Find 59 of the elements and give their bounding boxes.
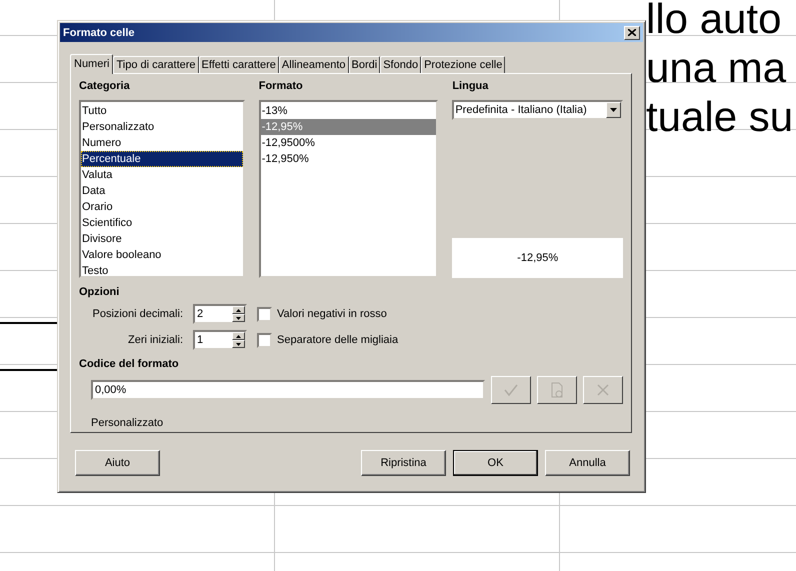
checkbox[interactable] <box>257 332 272 348</box>
tab[interactable]: Sfondo <box>380 56 422 73</box>
list-item[interactable]: Numero <box>81 135 243 151</box>
section-heading: Lingua <box>452 80 488 92</box>
up-arrow-icon[interactable] <box>236 334 241 338</box>
section-heading: Formato <box>258 80 303 92</box>
close-icon <box>596 383 610 397</box>
list-item[interactable]: -12,9500% <box>260 135 436 151</box>
list-item[interactable]: Data <box>81 183 243 199</box>
format-comment: Personalizzato <box>91 417 164 429</box>
tab[interactable]: Numeri <box>70 54 114 74</box>
field-label: Posizioni decimali: <box>92 308 183 320</box>
tab[interactable]: Allineamento <box>278 56 349 73</box>
list-item[interactable]: -12,950% <box>260 151 436 167</box>
format-code-field[interactable]: 0,00% <box>91 380 485 400</box>
list-item[interactable]: Percentuale <box>81 151 243 167</box>
dialog-button[interactable]: Annulla <box>545 450 630 476</box>
list-item[interactable]: Personalizzato <box>81 119 243 135</box>
list-item[interactable]: Scientifico <box>81 215 243 231</box>
list-item[interactable]: Valuta <box>81 167 243 183</box>
down-arrow-icon[interactable] <box>236 342 241 346</box>
dialog-button[interactable]: OK <box>453 450 538 476</box>
caret-icon <box>610 108 617 112</box>
list-item[interactable]: Divisore <box>81 231 243 247</box>
section-heading: Opzioni <box>79 286 120 298</box>
list-item[interactable]: Orario <box>81 199 243 215</box>
list-item[interactable]: -13% <box>260 103 436 119</box>
document-text: tuale su <box>646 92 794 141</box>
check-icon <box>503 383 519 397</box>
tab[interactable]: Tipo di carattere <box>113 56 199 73</box>
down-arrow-icon[interactable] <box>236 316 241 320</box>
close-button[interactable] <box>624 26 640 40</box>
document-text: una ma <box>646 43 788 92</box>
section-heading: Categoria <box>79 80 130 92</box>
tab[interactable]: Effetti carattere <box>198 56 279 73</box>
spin-field[interactable]: 1 <box>193 330 247 350</box>
field-label: Zeri iniziali: <box>126 334 183 346</box>
language-dropdown[interactable]: Predefinita - Italiano (Italia) <box>452 100 623 120</box>
section-heading: Codice del formato <box>79 358 179 370</box>
list-box[interactable]: -13% -12,95% -12,9500% -12,950% <box>258 100 438 278</box>
dialog-button[interactable]: Aiuto <box>75 450 160 476</box>
document-icon <box>550 382 564 398</box>
checkbox[interactable] <box>257 306 272 322</box>
list-box[interactable]: Tutto Personalizzato Numero Percentuale Valuta Data Orario Scientifico Divisore Valore booleano Testo <box>79 100 245 278</box>
dialog-button[interactable]: Ripristina <box>361 450 446 476</box>
tab[interactable]: Protezione celle <box>421 56 506 73</box>
up-arrow-icon[interactable] <box>236 308 241 312</box>
tab[interactable]: Bordi <box>348 56 380 73</box>
window-title: Formato celle <box>63 26 135 38</box>
document-text: llo auto <box>646 0 782 43</box>
list-item[interactable]: Tutto <box>81 103 243 119</box>
checkbox-label[interactable]: Valori negativi in rosso <box>277 308 387 320</box>
preview-text: -12,95% <box>517 252 558 264</box>
list-item[interactable]: Testo <box>81 263 243 279</box>
checkbox-label[interactable]: Separatore delle migliaia <box>277 334 398 346</box>
list-item[interactable]: Valore booleano <box>81 247 243 263</box>
list-item[interactable]: -12,95% <box>260 119 436 135</box>
spin-field[interactable]: 2 <box>193 304 247 324</box>
close-icon <box>628 29 636 36</box>
